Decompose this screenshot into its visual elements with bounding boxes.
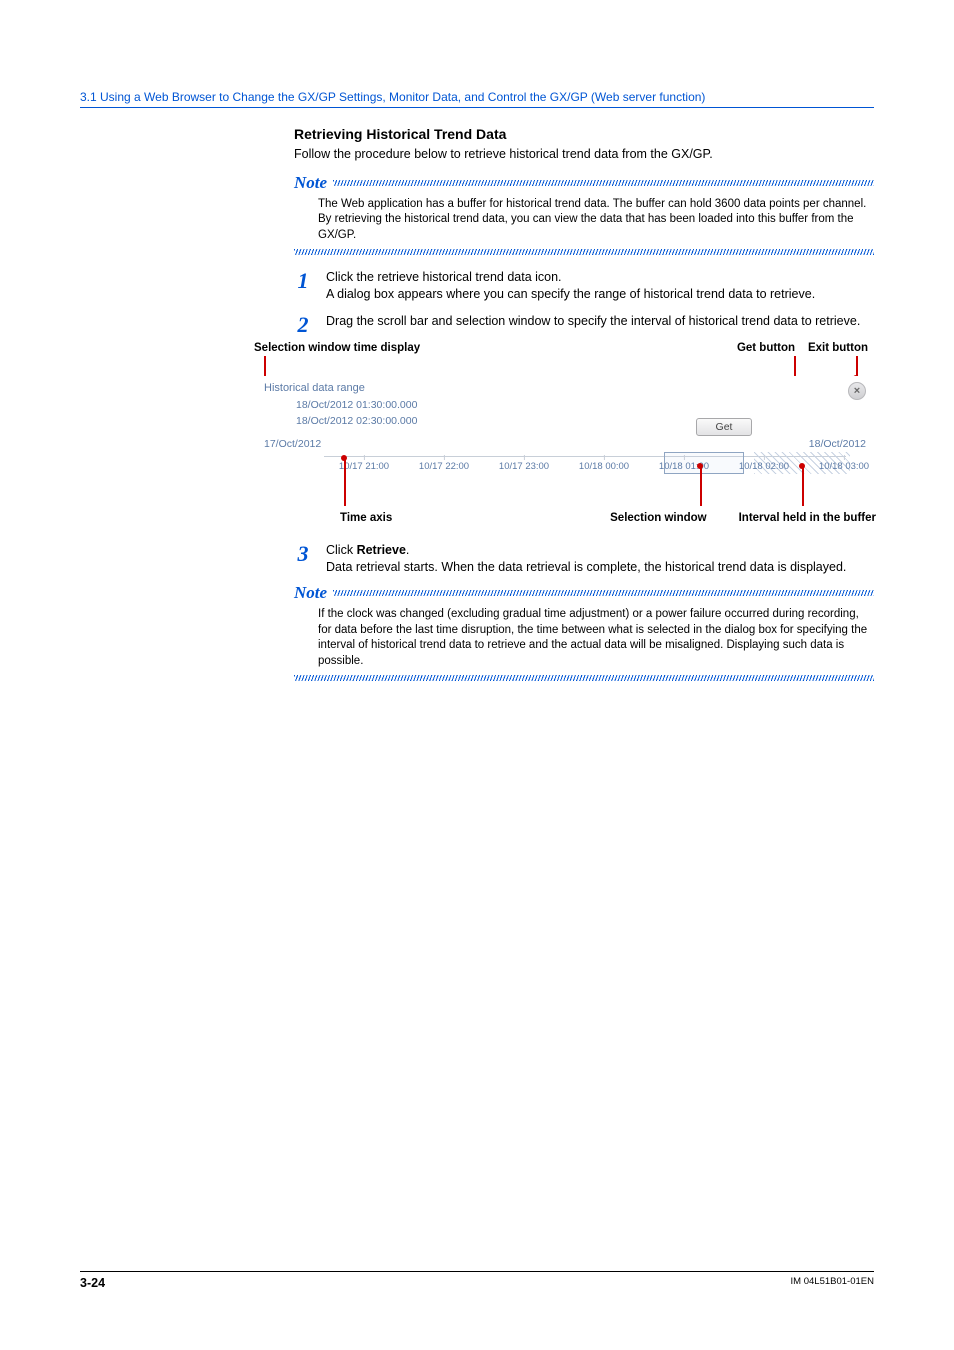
step-2: 2 Drag the scroll bar and selection wind…	[294, 313, 874, 336]
step-number: 3	[294, 542, 312, 576]
range-to: 18/Oct/2012 02:30:00.000	[296, 414, 866, 430]
note-hatch-bottom	[294, 675, 874, 681]
note-label: Note	[294, 173, 327, 193]
get-button[interactable]: Get	[696, 418, 752, 436]
page-number: 3-24	[80, 1276, 105, 1290]
step-1-line1: Click the retrieve historical trend data…	[326, 269, 874, 286]
section-title: Retrieving Historical Trend Data	[294, 126, 874, 142]
note-block-2: Note If the clock was changed (excluding…	[294, 583, 874, 681]
range-from: 18/Oct/2012 01:30:00.000	[296, 398, 866, 414]
step-3-line2: Data retrieval starts. When the data ret…	[326, 559, 874, 576]
tick-6: 10/18 03:00	[819, 461, 869, 472]
note-hatch-bottom	[294, 249, 874, 255]
intro-text: Follow the procedure below to retrieve h…	[294, 146, 874, 163]
note-block-1: Note The Web application has a buffer fo…	[294, 173, 874, 256]
note-label: Note	[294, 583, 327, 603]
step-3: 3 Click Retrieve. Data retrieval starts.…	[294, 542, 874, 576]
note-hatch	[333, 180, 874, 186]
callout-time-axis: Time axis	[340, 512, 392, 524]
tick-3: 10/18 00:00	[579, 461, 629, 472]
step-number: 2	[294, 313, 312, 336]
tick-1: 10/17 22:00	[419, 461, 469, 472]
step-number: 1	[294, 269, 312, 303]
callout-get-button: Get button	[732, 342, 800, 354]
note-body-2: If the clock was changed (excluding grad…	[294, 603, 874, 671]
callout-exit-button: Exit button	[800, 342, 876, 354]
callout-interval-buffer: Interval held in the buffer	[739, 512, 876, 524]
callout-selection-window: Selection window	[610, 512, 706, 524]
step-1-line2: A dialog box appears where you can speci…	[326, 286, 874, 303]
doc-id: IM 04L51B01-01EN	[791, 1276, 874, 1290]
note-body-1: The Web application has a buffer for his…	[294, 193, 874, 246]
tick-2: 10/17 23:00	[499, 461, 549, 472]
breadcrumb: 3.1 Using a Web Browser to Change the GX…	[80, 90, 874, 108]
note-hatch	[333, 590, 874, 596]
step-2-line1: Drag the scroll bar and selection window…	[326, 313, 874, 330]
axis-end-label: 18/Oct/2012	[809, 438, 866, 450]
step-1: 1 Click the retrieve historical trend da…	[294, 269, 874, 303]
tick-0: 10/17 21:00	[339, 461, 389, 472]
dialog-title: Historical data range	[264, 382, 866, 394]
tick-5: 10/18 02:00	[739, 461, 789, 472]
axis-start-label: 17/Oct/2012	[264, 438, 321, 450]
callout-selection-time: Selection window time display	[254, 342, 732, 354]
historical-data-dialog: × Historical data range 18/Oct/2012 01:3…	[254, 376, 876, 488]
time-axis[interactable]: 17/Oct/2012 18/Oct/2012 10/17 21:00 10/1…	[264, 438, 866, 482]
page-footer: 3-24 IM 04L51B01-01EN	[80, 1271, 874, 1290]
step-3-line1: Click Retrieve.	[326, 542, 874, 559]
close-icon: ×	[854, 385, 860, 397]
